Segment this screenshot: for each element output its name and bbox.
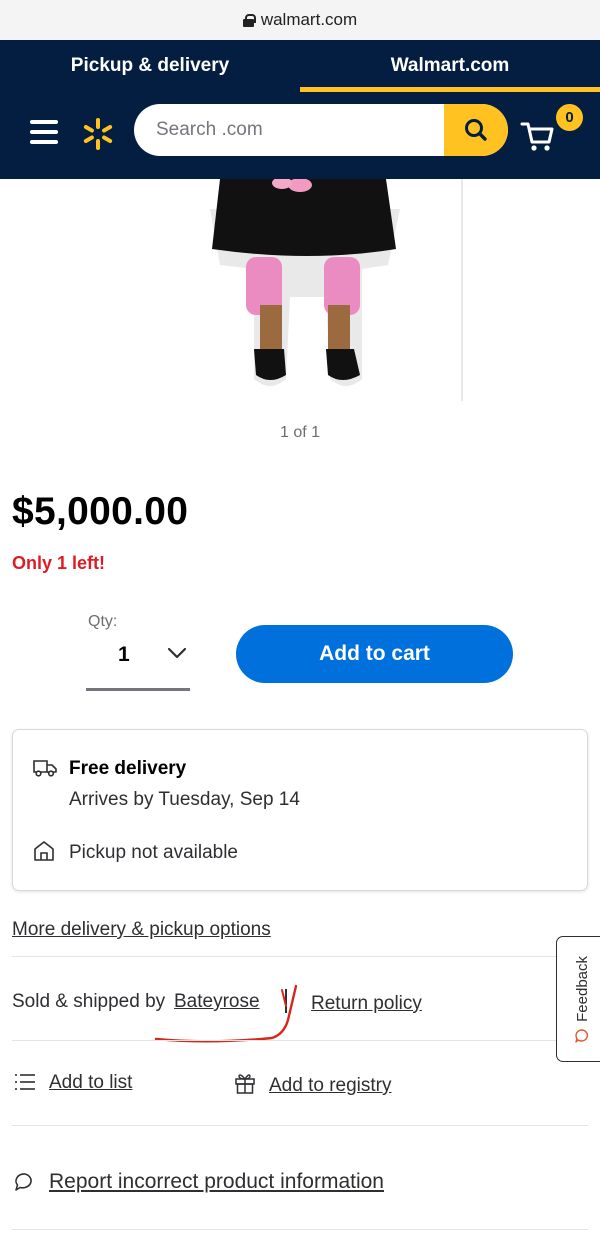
return-policy-link[interactable]: Return policy — [311, 993, 422, 1015]
list-icon — [15, 1074, 35, 1090]
qty-select[interactable]: 1 — [118, 643, 130, 667]
feedback-label: Feedback — [573, 956, 591, 1022]
image-frame-edge — [461, 179, 463, 401]
active-tab-indicator — [300, 87, 600, 92]
url-text: walmart.com — [260, 10, 358, 29]
search-bar[interactable]: Search .com — [134, 104, 508, 156]
store-icon — [34, 841, 54, 861]
add-to-cart-button[interactable]: Add to cart — [236, 625, 513, 683]
speech-bubble-icon — [15, 1173, 32, 1191]
sold-shipped-label: Sold & shipped by — [12, 991, 166, 1012]
cart-icon[interactable] — [520, 118, 556, 154]
divider — [12, 1040, 588, 1041]
arrival-date: Arrives by Tuesday, Sep 14 — [69, 789, 300, 810]
free-delivery-label: Free delivery — [69, 758, 187, 779]
lock-icon — [242, 14, 256, 27]
red-pen-annotation — [154, 984, 298, 1043]
header-tabs: Pickup & delivery Walmart.com — [0, 40, 600, 92]
qty-underline — [86, 688, 190, 691]
search-icon — [465, 119, 487, 141]
feedback-tab[interactable]: Feedback — [556, 936, 600, 1062]
truck-icon — [33, 760, 57, 777]
stock-notice: Only 1 left! — [12, 553, 106, 573]
qty-label: Qty: — [88, 613, 118, 630]
cart-count-badge: 0 — [556, 104, 583, 131]
walmart-spark-logo[interactable] — [80, 116, 116, 152]
browser-url-bar[interactable]: walmart.com — [0, 0, 600, 40]
pickup-status: Pickup not available — [69, 842, 238, 863]
divider — [12, 1125, 588, 1126]
tab-walmart-com[interactable]: Walmart.com — [300, 40, 600, 92]
divider — [12, 1229, 588, 1230]
divider — [12, 956, 588, 957]
report-incorrect-info-link[interactable]: Report incorrect product information — [49, 1170, 384, 1194]
tab-pickup-delivery[interactable]: Pickup & delivery — [0, 40, 300, 92]
fulfillment-card: Free delivery Arrives by Tuesday, Sep 14… — [12, 729, 588, 891]
chat-bubble-icon — [575, 1029, 589, 1043]
add-to-registry-link[interactable]: Add to registry — [269, 1075, 392, 1097]
menu-icon[interactable] — [30, 120, 58, 144]
add-to-list-link[interactable]: Add to list — [49, 1072, 132, 1094]
chevron-down-icon[interactable] — [166, 645, 188, 661]
site-header: Pickup & delivery Walmart.com Search .co… — [0, 40, 600, 179]
product-image[interactable] — [150, 179, 462, 401]
search-button[interactable] — [444, 104, 508, 156]
more-delivery-options-link[interactable]: More delivery & pickup options — [12, 919, 271, 941]
search-input[interactable]: Search .com — [156, 104, 263, 156]
url-display[interactable]: walmart.com — [242, 10, 358, 30]
image-counter: 1 of 1 — [279, 424, 321, 441]
product-price: $5,000.00 — [12, 490, 189, 533]
gift-icon — [235, 1074, 255, 1094]
